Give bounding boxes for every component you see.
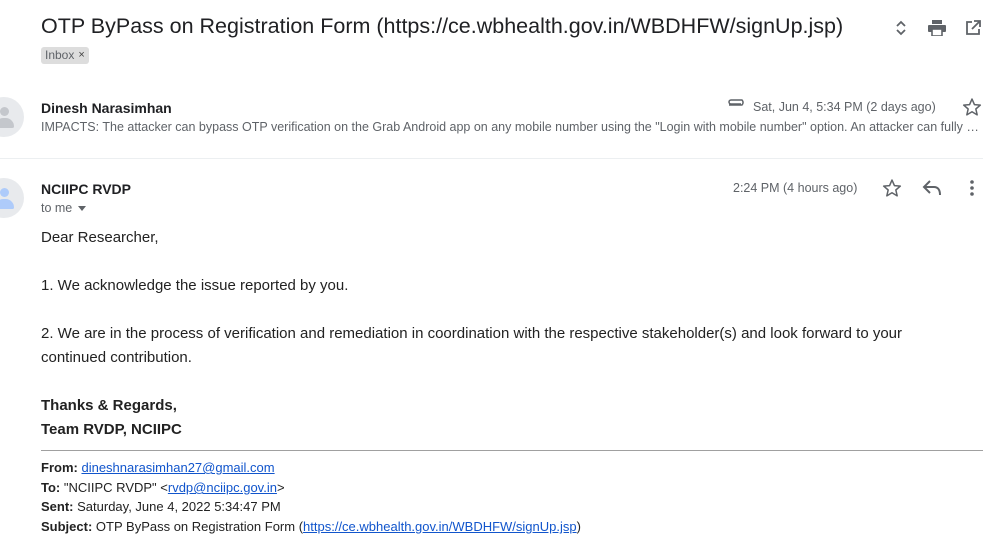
quoted-subject-suffix: )	[576, 519, 581, 534]
reply-icon[interactable]	[922, 179, 942, 202]
star-icon[interactable]	[882, 178, 902, 203]
sender-name[interactable]: NCIIPC RVDP	[41, 181, 131, 197]
label-chip-text: Inbox	[45, 48, 75, 62]
open-in-new-icon[interactable]	[961, 16, 985, 40]
avatar	[0, 97, 24, 137]
more-vert-icon[interactable]	[969, 179, 975, 202]
quoted-to-link[interactable]: rvdp@nciipc.gov.in	[168, 480, 277, 495]
body-paragraph-2-cont: continued contribution.	[41, 349, 192, 366]
quoted-subject: Subject: OTP ByPass on Registration Form…	[41, 519, 581, 534]
quoted-from: From: dineshnarasimhan27@gmail.com	[41, 460, 275, 475]
print-icon[interactable]	[925, 16, 949, 40]
thread-subject: OTP ByPass on Registration Form (https:/…	[41, 14, 844, 38]
paperclip-icon	[727, 98, 747, 116]
label-chip-inbox[interactable]: Inbox ×	[41, 47, 89, 64]
avatar	[0, 178, 24, 218]
signoff-line-1: Thanks & Regards,	[41, 397, 177, 414]
quoted-from-label: From:	[41, 460, 78, 475]
message-date[interactable]: 2:24 PM (4 hours ago)	[733, 181, 857, 195]
quoted-subject-label: Subject:	[41, 519, 93, 534]
body-greeting: Dear Researcher,	[41, 229, 159, 246]
sender-name[interactable]: Dinesh Narasimhan	[41, 100, 172, 116]
message-snippet[interactable]: IMPACTS: The attacker can bypass OTP ver…	[41, 120, 981, 134]
quoted-sent-label: Sent:	[41, 499, 74, 514]
remove-label-icon[interactable]: ×	[78, 47, 84, 64]
signoff-line-2: Team RVDP, NCIIPC	[41, 421, 182, 438]
quoted-subject-prefix: OTP ByPass on Registration Form (	[95, 519, 304, 534]
body-paragraph-1: 1. We acknowledge the issue reported by …	[41, 277, 349, 294]
quoted-to: To: "NCIIPC RVDP" <rvdp@nciipc.gov.in>	[41, 480, 285, 495]
message-date[interactable]: Sat, Jun 4, 5:34 PM (2 days ago)	[753, 100, 936, 114]
quoted-sent-value: Saturday, June 4, 2022 5:34:47 PM	[77, 499, 281, 514]
body-paragraph-2: 2. We are in the process of verification…	[41, 325, 903, 342]
star-icon[interactable]	[962, 97, 982, 122]
quoted-to-label: To:	[41, 480, 61, 495]
quoted-to-name: "NCIIPC RVDP" <	[63, 480, 168, 495]
quote-separator	[41, 450, 983, 451]
quoted-sent: Sent: Saturday, June 4, 2022 5:34:47 PM	[41, 499, 281, 514]
unfold-icon[interactable]	[889, 16, 913, 40]
quoted-subject-link[interactable]: https://ce.wbhealth.gov.in/WBDHFW/signUp…	[303, 519, 577, 534]
quoted-from-link[interactable]: dineshnarasimhan27@gmail.com	[81, 460, 274, 475]
message-divider	[0, 158, 983, 159]
recipients-text: to me	[41, 201, 73, 215]
chevron-down-icon	[78, 205, 87, 211]
recipients-dropdown[interactable]: to me	[41, 201, 87, 215]
quoted-to-close: >	[276, 480, 285, 495]
